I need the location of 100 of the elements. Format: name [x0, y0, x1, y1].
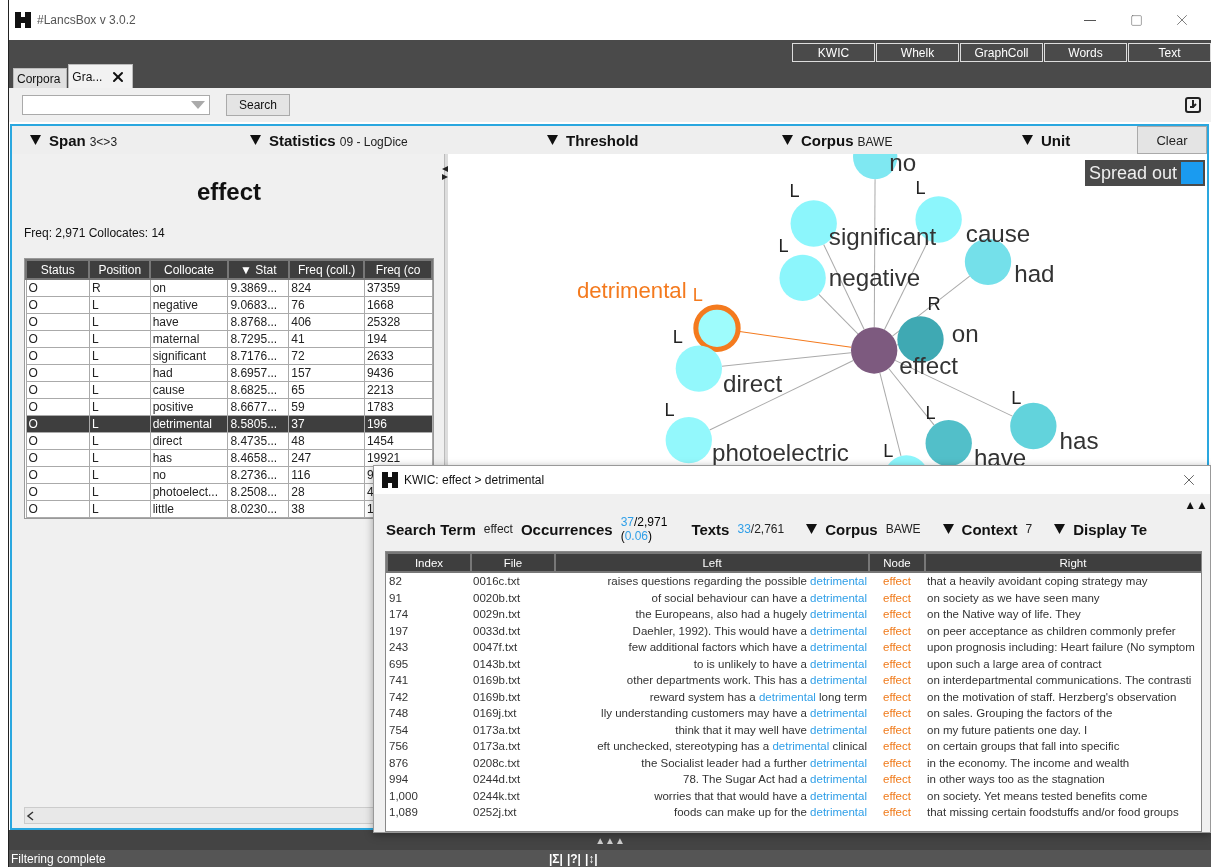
- node-cell-text: effect: [882, 607, 912, 623]
- dropdown-triangle-icon[interactable]: [30, 135, 41, 145]
- tab[interactable]: Gra...: [68, 64, 134, 88]
- column-header[interactable]: Left: [555, 553, 869, 572]
- left-context-cell-text: worries that that would have a detrimental: [653, 788, 868, 804]
- export-icon[interactable]: [1185, 97, 1201, 113]
- table-cell-text: 0173a.txt: [472, 739, 522, 755]
- node-circle[interactable]: [665, 416, 712, 464]
- dropdown-triangle-icon[interactable]: [942, 524, 954, 534]
- position-label: L: [883, 441, 894, 462]
- left-context-cell-text: other departments work. This has a detrimental: [625, 673, 868, 689]
- left-context-cell-text: of social behaviour can have a detrimental: [650, 590, 868, 606]
- right-context-cell-text: on the motivation of staff. Herzberg's observation: [926, 689, 1178, 705]
- right-context-cell-text: on society as we have seen many: [926, 590, 1101, 606]
- left-context-cell-text: foods can make up for the detrimental: [672, 805, 868, 821]
- split-arrows-icon[interactable]: [442, 166, 448, 180]
- table-cell-text: 695: [388, 656, 410, 672]
- tool-button[interactable]: Words: [1044, 43, 1127, 62]
- column-header[interactable]: ▼ Stat: [227, 260, 289, 279]
- position-label: L: [925, 402, 936, 423]
- node-cell-text: effect: [882, 689, 912, 705]
- left-context-cell-text: to is unlikely to have a detrimental: [692, 656, 868, 672]
- position-label: R: [927, 294, 941, 315]
- column-header[interactable]: Collocate: [150, 260, 228, 279]
- node-circle[interactable]: [693, 304, 741, 352]
- node-cell-text: effect: [882, 590, 912, 606]
- node-circle[interactable]: [675, 345, 723, 392]
- filter-label[interactable]: Unit: [1041, 131, 1071, 149]
- table-cell-text: 174: [388, 607, 410, 623]
- tool-button[interactable]: Text: [1128, 43, 1211, 62]
- position-label: L: [1011, 387, 1022, 408]
- node-cell-text: effect: [882, 739, 912, 755]
- filter-value: 09 - LogDice: [339, 134, 408, 149]
- dropdown-triangle-icon[interactable]: [806, 524, 818, 534]
- table-cell-text: 756: [388, 739, 410, 755]
- spread-out-checkbox[interactable]: [1181, 162, 1203, 184]
- column-header[interactable]: File: [471, 553, 555, 572]
- right-context-cell-text: on interdepartmental communications. The contrasti: [926, 673, 1193, 689]
- logo-icon: [382, 472, 398, 488]
- node-cell-text: effect: [882, 706, 912, 722]
- filter-label[interactable]: Span: [49, 131, 86, 149]
- left-context-cell-text: 78. The Sugar Act had a detrimental: [682, 772, 868, 788]
- status-button[interactable]: |Σ|: [549, 851, 563, 866]
- tool-button[interactable]: KWIC: [792, 43, 875, 62]
- position-label: L: [692, 285, 703, 306]
- filter-value: BAWE: [885, 522, 921, 536]
- dropdown-triangle-icon[interactable]: [1022, 135, 1033, 145]
- node-circle[interactable]: [851, 327, 898, 374]
- column-header[interactable]: Freq (coll.): [288, 260, 365, 279]
- table-cell-text: 876: [388, 755, 410, 771]
- dropdown-triangle-icon[interactable]: [1054, 524, 1066, 534]
- filter-label[interactable]: Corpus: [801, 131, 854, 149]
- node-cell: effect: [869, 572, 925, 590]
- column-header[interactable]: Freq (co: [364, 260, 432, 279]
- table-cell-text: 742: [388, 689, 410, 705]
- table-cell-text: 0208c.txt: [472, 755, 521, 771]
- panel-handle[interactable]: ▲▲▲: [595, 834, 625, 846]
- left-context-cell-text: the Socialist leader had a further detrimental: [640, 755, 868, 771]
- node-label: cause: [965, 219, 1031, 247]
- column-header[interactable]: Right: [925, 553, 1201, 572]
- right-context-cell-text: in the economy. The income and wealth: [926, 755, 1131, 771]
- column-header[interactable]: Position: [89, 260, 151, 279]
- tab[interactable]: Corpora: [13, 68, 68, 88]
- left-context-cell-text: few additional factors which have a detrimental: [627, 640, 868, 656]
- left-context-cell-text: think that it may well have detrimental: [674, 722, 868, 738]
- node-circle[interactable]: [1010, 402, 1057, 450]
- tool-button[interactable]: Whelk: [876, 43, 959, 62]
- search-combo-field[interactable]: [22, 95, 210, 115]
- dropdown-triangle-icon[interactable]: [547, 135, 558, 145]
- edge-line: [896, 344, 899, 346]
- table-cell-text: 0047f.txt: [472, 640, 519, 656]
- right-context-cell-text: upon such a large area of contract: [926, 656, 1103, 672]
- node-label: direct: [723, 369, 783, 397]
- node-circle[interactable]: [779, 254, 826, 302]
- filter-label[interactable]: Statistics: [269, 131, 336, 149]
- search-button[interactable]: Search: [226, 94, 291, 116]
- column-header[interactable]: Status: [26, 260, 90, 279]
- node-circle[interactable]: [925, 419, 972, 467]
- status-button[interactable]: |↕|: [584, 851, 598, 866]
- tab-label: Gra...: [72, 69, 103, 84]
- position-label: L: [915, 178, 926, 199]
- column-header[interactable]: Index: [387, 553, 471, 572]
- dropdown-triangle-icon[interactable]: [250, 135, 261, 145]
- right-context-cell-text: on society. Yet means tested benefits come: [926, 788, 1149, 804]
- occurrences-relative: (0.06): [620, 529, 653, 543]
- dropdown-triangle-icon[interactable]: [782, 135, 793, 145]
- node-label: had: [1014, 259, 1055, 287]
- table-cell-text: 1,089: [388, 805, 419, 821]
- position-label: L: [778, 235, 789, 256]
- filter-label[interactable]: Threshold: [566, 131, 639, 149]
- left-context-cell-text: eft unchecked, stereotyping has a detrimental clinical: [596, 739, 868, 755]
- collapse-toggle[interactable]: ▲▲: [374, 498, 1210, 512]
- clear-button[interactable]: Clear: [1137, 126, 1207, 154]
- column-header[interactable]: Node: [869, 553, 925, 572]
- table-cell-text: 91: [388, 590, 403, 606]
- status-button[interactable]: |?|: [566, 851, 581, 866]
- tool-button[interactable]: GraphColl: [960, 43, 1043, 62]
- filter-label: Texts: [691, 520, 730, 538]
- spread-out-toggle[interactable]: Spread out: [1084, 160, 1205, 186]
- tab-label: Corpora: [17, 71, 61, 86]
